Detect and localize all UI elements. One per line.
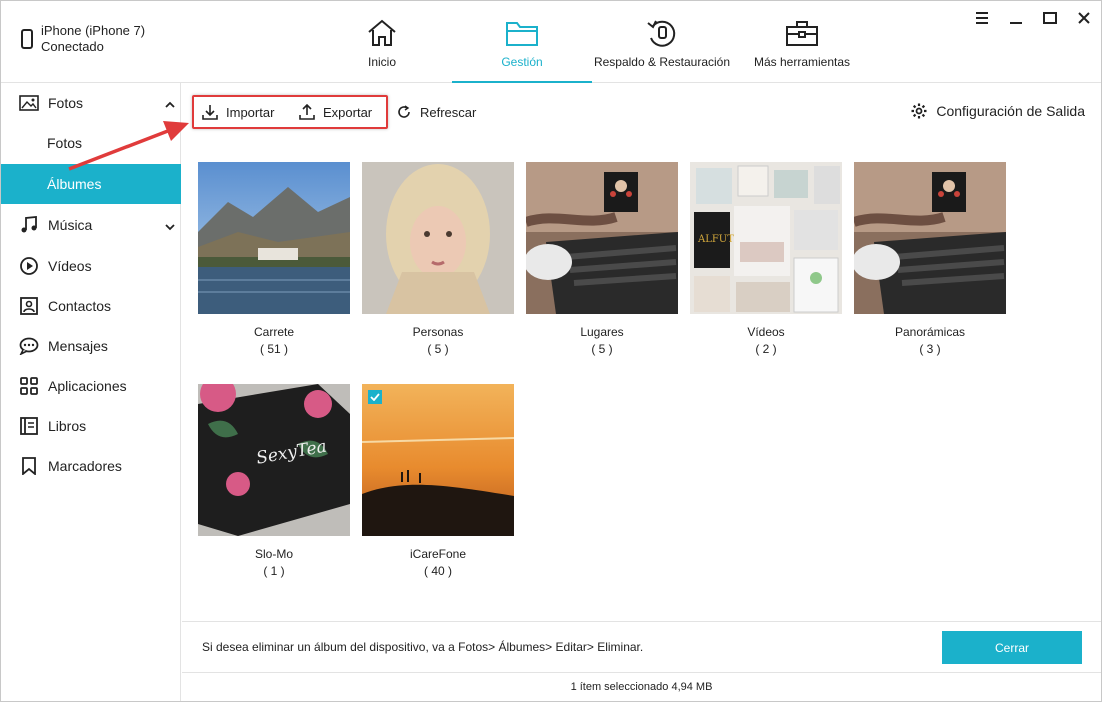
album-count: ( 3 ) <box>919 342 941 356</box>
minimize-icon[interactable] <box>1007 9 1025 27</box>
sidebar-item-label: Contactos <box>48 298 112 314</box>
apps-icon <box>19 377 39 395</box>
sidebar-item-label: Música <box>48 217 93 233</box>
footer: Si desea eliminar un álbum del dispositi… <box>182 621 1101 671</box>
sidebar-item-mensajes[interactable]: Mensajes <box>1 326 181 366</box>
home-icon <box>366 17 398 49</box>
header: iPhone (iPhone 7) Conectado Inicio Gesti… <box>1 1 1101 83</box>
album-count: ( 51 ) <box>259 342 288 356</box>
backup-restore-icon <box>645 17 679 49</box>
sidebar-item-marcadores[interactable]: Marcadores <box>1 446 181 486</box>
bookmark-icon <box>19 457 39 475</box>
album-count: ( 1 ) <box>263 564 285 578</box>
import-label: Importar <box>226 104 275 120</box>
sidebar-item-label: Fotos <box>48 95 84 111</box>
export-button[interactable]: Exportar <box>299 101 372 123</box>
album-count: ( 2 ) <box>755 342 777 356</box>
export-label: Exportar <box>323 104 373 120</box>
output-settings-button[interactable]: Configuración de Salida <box>911 103 1085 119</box>
chevron-up-icon <box>165 96 175 112</box>
album-name: Carrete <box>253 325 294 339</box>
tab-respaldo-label: Respaldo & Restauración <box>593 55 731 69</box>
close-button[interactable]: Cerrar <box>942 631 1082 664</box>
album-name: Panorámicas <box>894 325 966 339</box>
album-name: Personas <box>412 325 464 339</box>
album-thumbnail <box>854 162 1006 314</box>
sidebar-item-aplicaciones[interactable]: Aplicaciones <box>1 366 181 406</box>
album-lugares[interactable]: Lugares ( 5 ) <box>526 162 678 356</box>
gear-icon <box>911 103 927 119</box>
album-thumbnail <box>526 162 678 314</box>
tab-gestion-label: Gestión <box>501 55 543 69</box>
annotation-arrow-icon <box>68 121 189 171</box>
album-thumbnail: SexyTea <box>198 384 350 536</box>
status-bar: 1 ítem seleccionado 4,94 MB <box>182 672 1101 701</box>
export-icon <box>299 104 315 120</box>
tab-respaldo[interactable]: Respaldo & Restauración <box>593 1 731 83</box>
contacts-icon <box>19 297 39 315</box>
close-icon[interactable] <box>1075 9 1093 27</box>
album-carrete[interactable]: Carrete ( 51 ) <box>198 162 350 356</box>
import-icon <box>202 105 218 120</box>
sidebar-item-fotos[interactable]: Fotos <box>1 83 181 123</box>
play-icon <box>19 257 39 275</box>
tab-gestion[interactable]: Gestión <box>452 1 592 83</box>
refresh-button[interactable]: Refrescar <box>396 101 476 123</box>
photos-icon <box>19 95 39 111</box>
album-thumbnail <box>362 162 514 314</box>
album-name: Vídeos <box>747 325 785 339</box>
tab-mas-herramientas-label: Más herramientas <box>753 55 851 69</box>
tab-inicio[interactable]: Inicio <box>352 1 412 83</box>
app-window: iPhone (iPhone 7) Conectado Inicio Gesti… <box>0 0 1102 702</box>
tab-inicio-label: Inicio <box>367 55 396 69</box>
refresh-label: Refrescar <box>420 104 477 120</box>
album-name: Lugares <box>580 325 624 339</box>
sidebar: Fotos Fotos Álbumes Música Vídeos Contac… <box>1 83 181 701</box>
album-thumbnail: ALFUT <box>690 162 842 314</box>
window-controls <box>973 9 1093 27</box>
sidebar-item-videos[interactable]: Vídeos <box>1 246 181 286</box>
toolbar: Importar Exportar Refrescar Configuració… <box>182 83 1101 143</box>
album-count: ( 5 ) <box>427 342 449 356</box>
device-status: Conectado <box>41 39 104 54</box>
chevron-down-icon <box>165 218 175 234</box>
book-icon <box>19 417 39 435</box>
device-name: iPhone (iPhone 7) <box>41 23 146 38</box>
album-personas[interactable]: Personas ( 5 ) <box>362 162 514 356</box>
sidebar-item-musica[interactable]: Música <box>1 205 181 245</box>
album-name: iCareFone <box>409 547 467 561</box>
sidebar-item-libros[interactable]: Libros <box>1 406 181 446</box>
sidebar-item-label: Aplicaciones <box>48 378 127 394</box>
sidebar-item-contactos[interactable]: Contactos <box>1 286 181 326</box>
output-settings-label: Configuración de Salida <box>936 103 1085 119</box>
sidebar-item-label: Mensajes <box>48 338 108 354</box>
import-button[interactable]: Importar <box>202 101 274 123</box>
tab-mas-herramientas[interactable]: Más herramientas <box>752 1 852 83</box>
sidebar-item-label: Marcadores <box>48 458 122 474</box>
album-icarefone[interactable]: iCareFone ( 40 ) <box>362 384 514 578</box>
footer-message: Si desea eliminar un álbum del dispositi… <box>202 640 644 654</box>
refresh-icon <box>398 105 410 118</box>
album-thumbnail <box>198 162 350 314</box>
album-panoramicas[interactable]: Panorámicas ( 3 ) <box>854 162 1006 356</box>
music-icon <box>19 216 39 234</box>
album-count: ( 5 ) <box>591 342 613 356</box>
sidebar-item-label: Libros <box>48 418 87 434</box>
album-slo-mo[interactable]: SexyTea Slo-Mo ( 1 ) <box>198 384 350 578</box>
toolbox-icon <box>785 17 819 49</box>
folder-icon <box>505 17 539 49</box>
album-videos[interactable]: ALFUT Vídeos ( 2 ) <box>690 162 842 356</box>
phone-icon <box>21 29 33 49</box>
selected-checkbox[interactable] <box>368 390 382 404</box>
svg-text:ALFUT: ALFUT <box>697 234 734 245</box>
sidebar-item-label: Vídeos <box>48 258 92 274</box>
album-count: ( 40 ) <box>423 564 452 578</box>
album-thumbnail <box>362 384 514 536</box>
menu-icon[interactable] <box>973 9 991 27</box>
message-icon <box>19 337 39 355</box>
maximize-icon[interactable] <box>1041 9 1059 27</box>
album-name: Slo-Mo <box>254 547 293 561</box>
device-info: iPhone (iPhone 7) Conectado <box>21 23 145 55</box>
